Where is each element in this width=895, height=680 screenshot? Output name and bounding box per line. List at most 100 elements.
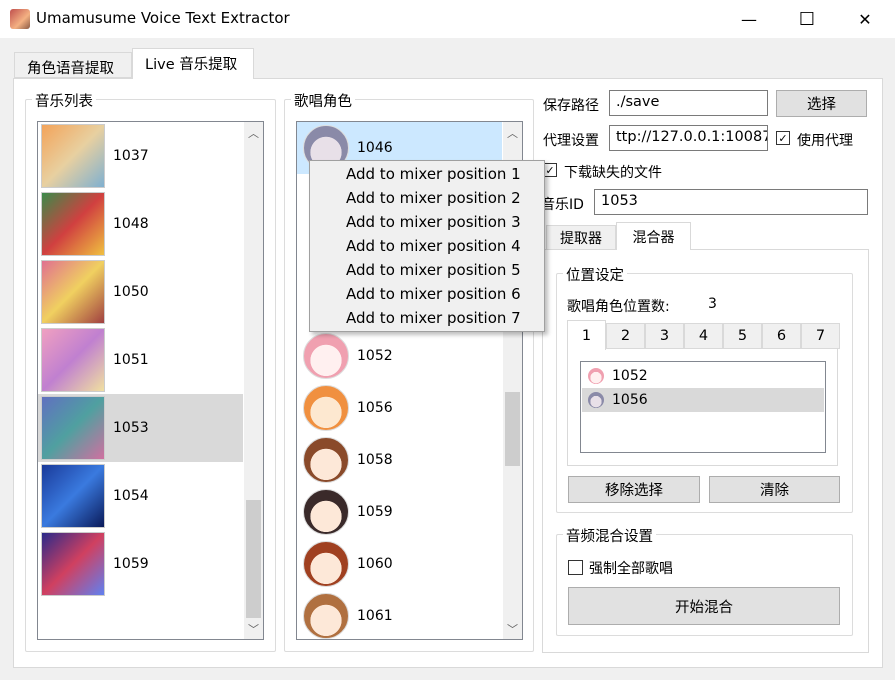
character-id-label: 1060	[357, 556, 393, 572]
album-cover-image	[41, 328, 105, 392]
character-id-label: 1056	[357, 400, 393, 416]
minimize-icon: —	[741, 9, 757, 29]
music-id-label: 音乐ID	[541, 197, 584, 213]
list-item[interactable]: 1051	[38, 326, 243, 394]
character-avatar-image	[303, 593, 349, 639]
list-item[interactable]: 1037	[38, 122, 243, 190]
tab-live-music[interactable]: Live 音乐提取	[132, 48, 254, 79]
list-item[interactable]: 1061	[297, 590, 502, 639]
force-all-checkbox[interactable]	[568, 560, 583, 575]
position-tab-4[interactable]: 4	[684, 323, 723, 349]
album-cover-image	[41, 260, 105, 324]
list-item[interactable]: 1059	[38, 530, 243, 598]
character-avatar-image	[303, 385, 349, 431]
save-path-label: 保存路径	[543, 98, 599, 114]
context-menu-item[interactable]: Add to mixer position 5	[346, 261, 521, 279]
music-list-scroll-thumb[interactable]	[246, 500, 261, 618]
maximize-icon: ☐	[798, 8, 816, 30]
album-cover-image	[41, 396, 105, 460]
clear-button[interactable]: 清除	[709, 476, 840, 503]
music-id-label: 1048	[113, 216, 149, 232]
album-cover-image	[41, 192, 105, 256]
use-proxy-checkbox[interactable]: ✓	[776, 131, 790, 145]
scroll-down-icon[interactable]: ﹀	[244, 620, 263, 637]
singers-label: 歌唱角色	[291, 90, 355, 111]
list-item[interactable]: 1054	[38, 462, 243, 530]
position-tab-7[interactable]: 7	[801, 323, 840, 349]
start-mix-button[interactable]: 开始混合	[568, 587, 840, 625]
list-item[interactable]: 1058	[297, 434, 502, 486]
position-tab-1[interactable]: 1	[567, 320, 606, 350]
character-avatar-image	[303, 541, 349, 587]
tab-mixer[interactable]: 混合器	[616, 222, 691, 250]
tab-extractor[interactable]: 提取器	[546, 225, 616, 250]
context-menu-item[interactable]: Add to mixer position 6	[346, 285, 521, 303]
download-missing-label: 下载缺失的文件	[564, 165, 662, 181]
scroll-down-icon[interactable]: ﹀	[503, 620, 522, 637]
music-id-label: 1053	[113, 420, 149, 436]
context-menu-item[interactable]: Add to mixer position 1	[346, 165, 521, 183]
check-icon: ✓	[778, 131, 788, 145]
remove-selection-button[interactable]: 移除选择	[568, 476, 700, 503]
music-id-label: 1054	[113, 488, 149, 504]
music-list-scrollbar[interactable]: ︿ ﹀	[244, 122, 263, 639]
maximize-button[interactable]: ☐	[778, 0, 836, 38]
character-avatar-icon	[588, 368, 604, 384]
position-tab-2[interactable]: 2	[606, 323, 645, 349]
position-count-value: 3	[708, 296, 717, 312]
proxy-label: 代理设置	[543, 133, 599, 149]
context-menu-item[interactable]: Add to mixer position 3	[346, 213, 521, 231]
scroll-up-icon[interactable]: ︿	[244, 124, 263, 141]
position-tab-5[interactable]: 5	[723, 323, 762, 349]
position-settings-label: 位置设定	[563, 264, 627, 285]
character-id-label: 1052	[357, 348, 393, 364]
list-item[interactable]: 1048	[38, 190, 243, 258]
slot-character-id: 1052	[612, 368, 648, 384]
tab-character-voice[interactable]: 角色语音提取	[14, 52, 132, 78]
app-icon	[10, 9, 30, 29]
position-slot-list[interactable]: 1052 1056	[580, 361, 826, 453]
close-button[interactable]: ✕	[836, 0, 894, 38]
music-id-input[interactable]: 1053	[594, 189, 868, 215]
character-id-label: 1059	[357, 504, 393, 520]
position-tab-6[interactable]: 6	[762, 323, 801, 349]
music-id-label: 1037	[113, 148, 149, 164]
list-item[interactable]: 1056	[297, 382, 502, 434]
save-path-input[interactable]: ./save	[609, 90, 768, 116]
close-icon: ✕	[858, 9, 872, 29]
character-id-label: 1046	[357, 140, 393, 156]
window-title: Umamusume Voice Text Extractor	[36, 9, 290, 27]
context-menu-item[interactable]: Add to mixer position 2	[346, 189, 521, 207]
context-menu-item[interactable]: Add to mixer position 7	[346, 309, 521, 327]
check-icon: ✓	[545, 163, 555, 177]
music-id-label: 1050	[113, 284, 149, 300]
list-item[interactable]: 1053	[38, 394, 243, 462]
minimize-button[interactable]: —	[720, 0, 778, 38]
context-menu-item[interactable]: Add to mixer position 4	[346, 237, 521, 255]
album-cover-image	[41, 124, 105, 188]
scroll-up-icon[interactable]: ︿	[503, 124, 522, 141]
list-item[interactable]: 1050	[38, 258, 243, 326]
position-count-label: 歌唱角色位置数:	[567, 299, 670, 315]
character-avatar-image	[303, 489, 349, 535]
list-item[interactable]: 1052	[297, 330, 502, 382]
album-cover-image	[41, 532, 105, 596]
character-avatar-image	[303, 437, 349, 483]
list-item[interactable]: 1059	[297, 486, 502, 538]
position-tab-3[interactable]: 3	[645, 323, 684, 349]
music-list-label: 音乐列表	[32, 90, 96, 111]
download-missing-checkbox[interactable]: ✓	[543, 163, 557, 177]
proxy-input[interactable]: ttp://127.0.0.1:10087	[609, 125, 768, 151]
singers-list-scroll-thumb[interactable]	[505, 392, 520, 466]
context-menu: Add to mixer position 1 Add to mixer posi…	[309, 160, 545, 332]
list-item[interactable]: 1060	[297, 538, 502, 590]
character-avatar-image	[303, 333, 349, 379]
character-id-label: 1061	[357, 608, 393, 624]
music-id-label: 1051	[113, 352, 149, 368]
slot-item[interactable]: 1056	[582, 388, 824, 412]
character-avatar-icon	[588, 392, 604, 408]
choose-path-button[interactable]: 选择	[776, 90, 867, 117]
slot-item[interactable]: 1052	[582, 364, 824, 388]
music-list[interactable]: 1059 1054 1053 1051 1050 1048 1037 ︿ ﹀	[37, 121, 264, 640]
character-id-label: 1058	[357, 452, 393, 468]
